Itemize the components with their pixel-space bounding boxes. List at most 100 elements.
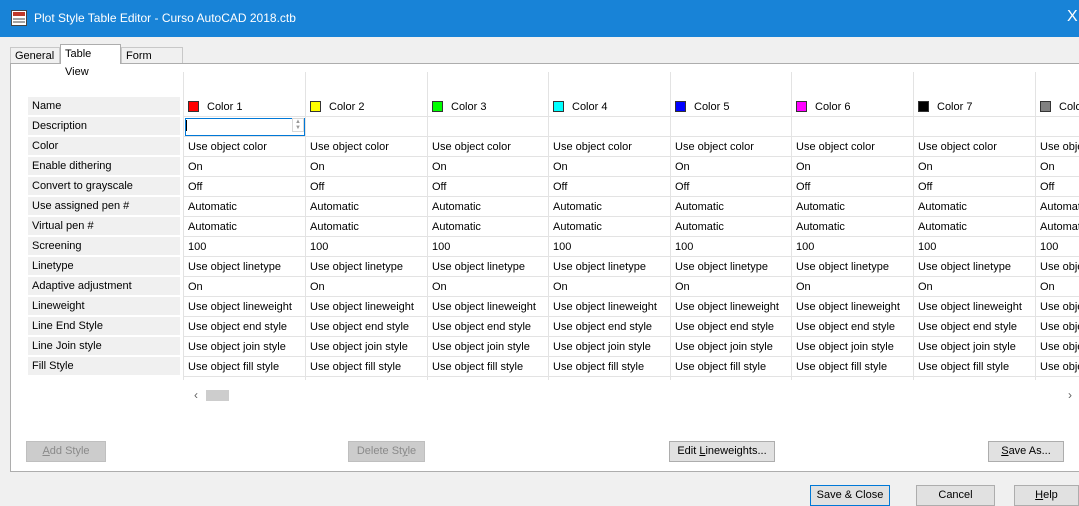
- property-value-cell[interactable]: Use object fill style: [306, 357, 427, 377]
- property-value-cell[interactable]: Automatic: [428, 217, 549, 237]
- property-value-cell[interactable]: Use object color: [184, 137, 305, 157]
- property-value-cell[interactable]: Use object fill style: [914, 357, 1035, 377]
- property-value-cell[interactable]: On: [914, 277, 1035, 297]
- property-value-cell[interactable]: On: [428, 157, 549, 177]
- property-value-cell[interactable]: Use object end style: [549, 317, 670, 337]
- property-value-cell[interactable]: 100: [671, 237, 792, 257]
- property-value-cell[interactable]: Use object color: [549, 137, 670, 157]
- property-value-cell[interactable]: On: [549, 277, 670, 297]
- tab-form-view[interactable]: Form View: [121, 47, 183, 78]
- description-cell[interactable]: [549, 117, 670, 137]
- property-value-cell[interactable]: Use object end style: [671, 317, 792, 337]
- property-value-cell[interactable]: Use object lineweight: [671, 297, 792, 317]
- property-value-cell[interactable]: Off: [306, 177, 427, 197]
- scroll-right-icon[interactable]: ›: [1064, 388, 1076, 402]
- property-value-cell[interactable]: Use object join style: [671, 337, 792, 357]
- property-value-cell[interactable]: 100: [792, 237, 913, 257]
- tab-general[interactable]: General: [10, 47, 60, 63]
- description-cell[interactable]: [1036, 117, 1079, 137]
- property-value-cell[interactable]: On: [671, 157, 792, 177]
- description-input[interactable]: [185, 118, 305, 136]
- property-value-cell[interactable]: Automatic: [184, 217, 305, 237]
- property-value-cell[interactable]: On: [549, 157, 670, 177]
- property-value-cell[interactable]: Use object join style: [184, 337, 305, 357]
- property-value-cell[interactable]: 100: [428, 237, 549, 257]
- spin-arrows-icon[interactable]: ▲ ▼: [292, 118, 304, 132]
- property-value-cell[interactable]: Automatic: [671, 217, 792, 237]
- property-value-cell[interactable]: Automat: [1036, 217, 1079, 237]
- description-cell[interactable]: [792, 117, 913, 137]
- property-value-cell[interactable]: Automatic: [306, 197, 427, 217]
- close-icon[interactable]: X: [1067, 8, 1079, 26]
- property-value-cell[interactable]: Automatic: [914, 197, 1035, 217]
- property-value-cell[interactable]: Automatic: [428, 197, 549, 217]
- property-value-cell[interactable]: Use obje: [1036, 297, 1079, 317]
- property-value-cell[interactable]: Automat: [1036, 197, 1079, 217]
- help-button[interactable]: Help: [1014, 485, 1079, 506]
- property-value-cell[interactable]: Use object join style: [914, 337, 1035, 357]
- description-cell[interactable]: [914, 117, 1035, 137]
- property-value-cell[interactable]: Use object linetype: [549, 257, 670, 277]
- property-value-cell[interactable]: Off: [428, 177, 549, 197]
- property-value-cell[interactable]: Use object lineweight: [428, 297, 549, 317]
- property-value-cell[interactable]: Use object linetype: [792, 257, 913, 277]
- property-value-cell[interactable]: Use object end style: [184, 317, 305, 337]
- property-value-cell[interactable]: Use object lineweight: [914, 297, 1035, 317]
- property-value-cell[interactable]: Automatic: [792, 197, 913, 217]
- property-value-cell[interactable]: Use object lineweight: [549, 297, 670, 317]
- property-value-cell[interactable]: Use object fill style: [792, 357, 913, 377]
- property-value-cell[interactable]: Off: [184, 177, 305, 197]
- style-name-cell[interactable]: Color 2: [306, 97, 427, 117]
- property-value-cell[interactable]: Use object end style: [306, 317, 427, 337]
- property-value-cell[interactable]: On: [671, 277, 792, 297]
- save-as-button[interactable]: Save As...: [988, 441, 1064, 462]
- property-value-cell[interactable]: Use object fill style: [549, 357, 670, 377]
- property-value-cell[interactable]: Use object color: [914, 137, 1035, 157]
- property-value-cell[interactable]: Use object fill style: [428, 357, 549, 377]
- property-value-cell[interactable]: Off: [1036, 177, 1079, 197]
- property-value-cell[interactable]: Use object linetype: [306, 257, 427, 277]
- property-value-cell[interactable]: 100: [549, 237, 670, 257]
- property-value-cell[interactable]: Automatic: [549, 197, 670, 217]
- style-name-cell[interactable]: Color 6: [792, 97, 913, 117]
- property-value-cell[interactable]: Use object color: [428, 137, 549, 157]
- property-value-cell[interactable]: Use object lineweight: [306, 297, 427, 317]
- property-value-cell[interactable]: Use object linetype: [428, 257, 549, 277]
- property-value-cell[interactable]: 100: [1036, 237, 1079, 257]
- property-value-cell[interactable]: On: [792, 157, 913, 177]
- property-value-cell[interactable]: Use object lineweight: [792, 297, 913, 317]
- property-value-cell[interactable]: Use obje: [1036, 317, 1079, 337]
- property-value-cell[interactable]: On: [792, 277, 913, 297]
- cancel-button[interactable]: Cancel: [916, 485, 995, 506]
- property-value-cell[interactable]: On: [184, 277, 305, 297]
- style-name-cell[interactable]: Color 4: [549, 97, 670, 117]
- property-value-cell[interactable]: Use object end style: [428, 317, 549, 337]
- property-value-cell[interactable]: Use object join style: [306, 337, 427, 357]
- property-value-cell[interactable]: Automatic: [306, 217, 427, 237]
- property-value-cell[interactable]: Automatic: [549, 217, 670, 237]
- style-name-cell[interactable]: Color 7: [914, 97, 1035, 117]
- scroll-left-icon[interactable]: ‹: [190, 388, 202, 402]
- property-value-cell[interactable]: On: [1036, 277, 1079, 297]
- style-name-cell[interactable]: Color 1: [184, 97, 305, 117]
- property-value-cell[interactable]: Use obje: [1036, 137, 1079, 157]
- property-value-cell[interactable]: On: [306, 277, 427, 297]
- property-value-cell[interactable]: On: [184, 157, 305, 177]
- property-value-cell[interactable]: Use object join style: [428, 337, 549, 357]
- style-name-cell[interactable]: Color 5: [671, 97, 792, 117]
- property-value-cell[interactable]: Off: [914, 177, 1035, 197]
- property-value-cell[interactable]: Use object linetype: [671, 257, 792, 277]
- property-value-cell[interactable]: Use object join style: [549, 337, 670, 357]
- property-value-cell[interactable]: Use object fill style: [671, 357, 792, 377]
- property-value-cell[interactable]: Off: [671, 177, 792, 197]
- property-value-cell[interactable]: Use obje: [1036, 257, 1079, 277]
- edit-lineweights-button[interactable]: Edit Lineweights...: [669, 441, 775, 462]
- property-value-cell[interactable]: Automatic: [914, 217, 1035, 237]
- property-value-cell[interactable]: On: [914, 157, 1035, 177]
- property-value-cell[interactable]: Use object color: [306, 137, 427, 157]
- delete-style-button[interactable]: Delete Style: [348, 441, 425, 462]
- scroll-thumb[interactable]: [206, 390, 229, 401]
- property-value-cell[interactable]: Use obje: [1036, 357, 1079, 377]
- description-cell[interactable]: ▲ ▼: [184, 117, 305, 137]
- property-value-cell[interactable]: Use object end style: [914, 317, 1035, 337]
